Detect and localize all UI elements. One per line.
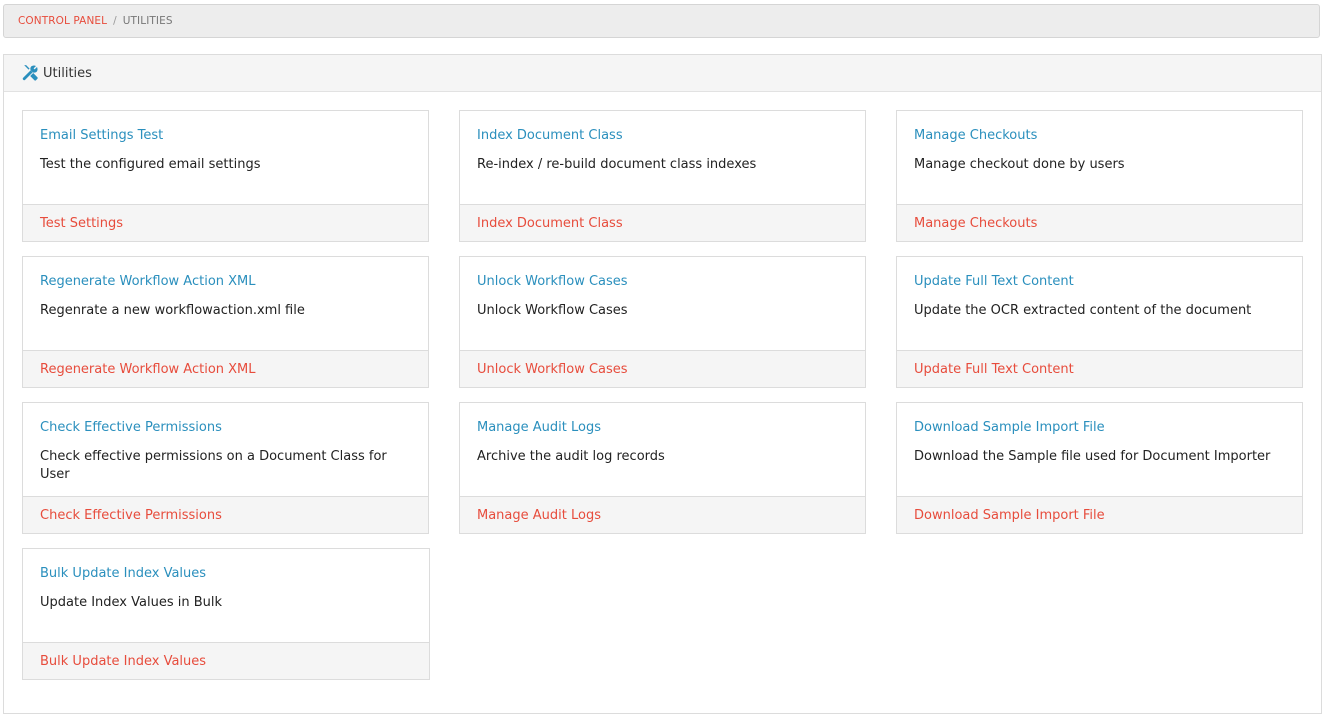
panel-title: Utilities xyxy=(43,65,92,81)
card-check-effective-permissions: Check Effective Permissions Check effect… xyxy=(22,402,429,534)
manage-checkouts-button[interactable]: Manage Checkouts xyxy=(914,216,1037,231)
card-title-link[interactable]: Download Sample Import File xyxy=(914,419,1285,437)
card-update-full-text-content: Update Full Text Content Update the OCR … xyxy=(896,256,1303,388)
card-footer: Bulk Update Index Values xyxy=(23,642,429,679)
card-footer: Update Full Text Content xyxy=(897,350,1302,387)
tools-icon xyxy=(21,64,39,82)
card-regenerate-workflow-action-xml: Regenerate Workflow Action XML Regenrate… xyxy=(22,256,429,388)
card-footer: Download Sample Import File xyxy=(897,496,1302,533)
card-description: Regenrate a new workflowaction.xml file xyxy=(40,303,305,318)
panel-header: Utilities xyxy=(4,55,1321,92)
card-manage-checkouts: Manage Checkouts Manage checkout done by… xyxy=(896,110,1303,242)
card-description: Manage checkout done by users xyxy=(914,157,1125,172)
card-description: Download the Sample file used for Docume… xyxy=(914,449,1271,464)
check-effective-permissions-button[interactable]: Check Effective Permissions xyxy=(40,508,222,523)
card-description: Re-index / re-build document class index… xyxy=(477,157,757,172)
download-sample-import-file-button[interactable]: Download Sample Import File xyxy=(914,508,1105,523)
card-title-link[interactable]: Check Effective Permissions xyxy=(40,419,411,437)
unlock-workflow-cases-button[interactable]: Unlock Workflow Cases xyxy=(477,362,628,377)
card-footer: Regenerate Workflow Action XML xyxy=(23,350,428,387)
card-footer: Test Settings xyxy=(23,204,428,241)
card-description: Update the OCR extracted content of the … xyxy=(914,303,1252,318)
card-download-sample-import-file: Download Sample Import File Download the… xyxy=(896,402,1303,534)
card-manage-audit-logs: Manage Audit Logs Archive the audit log … xyxy=(459,402,866,534)
breadcrumb-current-page: UTILITIES xyxy=(122,15,173,27)
card-title-link[interactable]: Manage Audit Logs xyxy=(477,419,848,437)
card-description: Archive the audit log records xyxy=(477,449,665,464)
card-bulk-update-index-values: Bulk Update Index Values Update Index Va… xyxy=(22,548,430,680)
card-title-link[interactable]: Email Settings Test xyxy=(40,127,411,145)
card-footer: Index Document Class xyxy=(460,204,865,241)
regenerate-workflow-action-xml-button[interactable]: Regenerate Workflow Action XML xyxy=(40,362,256,377)
update-full-text-content-button[interactable]: Update Full Text Content xyxy=(914,362,1074,377)
card-description: Check effective permissions on a Documen… xyxy=(40,449,387,482)
card-footer: Manage Checkouts xyxy=(897,204,1302,241)
card-description: Unlock Workflow Cases xyxy=(477,303,628,318)
card-title-link[interactable]: Regenerate Workflow Action XML xyxy=(40,273,411,291)
card-unlock-workflow-cases: Unlock Workflow Cases Unlock Workflow Ca… xyxy=(459,256,866,388)
card-footer: Unlock Workflow Cases xyxy=(460,350,865,387)
breadcrumb-control-panel-link[interactable]: CONTROL PANEL xyxy=(18,15,107,27)
card-title-link[interactable]: Update Full Text Content xyxy=(914,273,1285,291)
breadcrumb-separator: / xyxy=(113,15,117,27)
breadcrumb: CONTROL PANEL / UTILITIES xyxy=(3,4,1320,38)
manage-audit-logs-button[interactable]: Manage Audit Logs xyxy=(477,508,601,523)
card-title-link[interactable]: Manage Checkouts xyxy=(914,127,1285,145)
card-footer: Check Effective Permissions xyxy=(23,496,428,533)
card-description: Test the configured email settings xyxy=(40,157,261,172)
card-title-link[interactable]: Unlock Workflow Cases xyxy=(477,273,848,291)
index-document-class-button[interactable]: Index Document Class xyxy=(477,216,623,231)
card-title-link[interactable]: Index Document Class xyxy=(477,127,848,145)
test-settings-button[interactable]: Test Settings xyxy=(40,216,123,231)
card-title-link[interactable]: Bulk Update Index Values xyxy=(40,565,412,583)
card-index-document-class: Index Document Class Re-index / re-build… xyxy=(459,110,866,242)
card-description: Update Index Values in Bulk xyxy=(40,595,223,610)
bulk-update-index-values-button[interactable]: Bulk Update Index Values xyxy=(40,654,206,669)
card-footer: Manage Audit Logs xyxy=(460,496,865,533)
card-email-settings-test: Email Settings Test Test the configured … xyxy=(22,110,429,242)
